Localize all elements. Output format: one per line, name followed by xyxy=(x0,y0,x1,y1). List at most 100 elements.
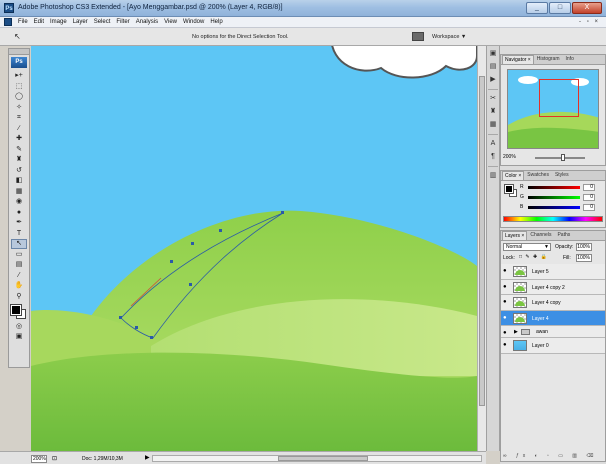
workspace-icon[interactable] xyxy=(412,32,424,41)
tab-info[interactable]: Info xyxy=(563,54,577,64)
workspace-menu[interactable]: Workspace ▼ xyxy=(432,34,466,40)
minimize-button[interactable]: _ xyxy=(526,2,548,14)
hand-tool-icon[interactable]: ✋ xyxy=(11,281,27,291)
color-swatches[interactable] xyxy=(10,303,28,320)
status-menu-arrow-icon[interactable]: ▶ xyxy=(145,454,150,461)
fill-field[interactable]: 100% xyxy=(576,254,592,262)
tab-navigator[interactable]: Navigator × xyxy=(502,55,534,64)
magic-wand-tool-icon[interactable]: ✧ xyxy=(11,103,27,113)
info-dock-icon[interactable]: ▶ xyxy=(488,75,498,85)
canvas-horizontal-scrollbar[interactable] xyxy=(152,455,482,462)
direct-selection-arrow-icon[interactable]: ↖ xyxy=(14,32,21,41)
layer-row[interactable]: ● Layer 0 xyxy=(501,338,605,354)
document-canvas[interactable] xyxy=(31,46,477,451)
layer-row[interactable]: ● Layer 5 xyxy=(501,264,605,280)
menu-help[interactable]: Help xyxy=(207,19,225,25)
status-info-icon[interactable]: ⊡ xyxy=(52,455,57,462)
navigator-preview[interactable] xyxy=(507,69,599,149)
green-channel-slider[interactable] xyxy=(528,196,580,199)
vertical-scroll-thumb[interactable] xyxy=(479,76,485,406)
lock-options-icon[interactable]: □ ✎ ✚ 🔒 xyxy=(519,254,548,260)
green-channel-value[interactable]: 0 xyxy=(583,194,595,201)
document-icon[interactable] xyxy=(4,18,12,26)
histogram-dock-icon[interactable]: ▤ xyxy=(488,62,498,72)
menu-select[interactable]: Select xyxy=(91,19,114,25)
menu-file[interactable]: File xyxy=(15,19,31,25)
notes-tool-icon[interactable]: ▤ xyxy=(11,260,27,270)
layer-row[interactable]: ● Layer 4 copy xyxy=(501,295,605,311)
tab-color[interactable]: Color × xyxy=(502,171,525,180)
color-panel-foreground-swatch[interactable] xyxy=(504,184,514,194)
blend-mode-select[interactable]: Normal ▼ xyxy=(503,243,551,251)
navigator-zoom-knob[interactable] xyxy=(560,154,565,161)
layers-footer-icons[interactable]: ∞ ƒx ◐ ▫ ▭ ▥ ⌫ xyxy=(503,453,598,459)
red-channel-slider[interactable] xyxy=(528,186,580,189)
eye-icon[interactable]: ● xyxy=(503,299,507,305)
menu-layer[interactable]: Layer xyxy=(70,19,91,25)
layer-row[interactable]: ● Layer 4 xyxy=(501,310,605,326)
menu-image[interactable]: Image xyxy=(47,19,70,25)
eye-icon[interactable]: ● xyxy=(503,330,507,336)
eye-icon[interactable]: ● xyxy=(503,315,507,321)
layer-row[interactable]: ● Layer 4 copy 2 xyxy=(501,279,605,295)
blue-channel-value[interactable]: 0 xyxy=(583,204,595,211)
eraser-tool-icon[interactable]: ◧ xyxy=(11,176,27,186)
eyedropper-tool-icon[interactable]: ⁄ xyxy=(11,271,27,281)
pen-tool-icon[interactable]: ✒ xyxy=(11,218,27,228)
blue-channel-slider[interactable] xyxy=(528,206,580,209)
navigator-zoom-value[interactable]: 200% xyxy=(503,154,516,160)
tab-swatches[interactable]: Swatches xyxy=(524,170,552,180)
crop-tool-icon[interactable]: ⌗ xyxy=(11,113,27,123)
photoshop-logo[interactable]: Ps xyxy=(11,57,27,68)
document-window-controls[interactable]: - ▫ × xyxy=(579,19,600,25)
dodge-tool-icon[interactable]: ● xyxy=(11,208,27,218)
menu-window[interactable]: Window xyxy=(180,19,207,25)
menu-analysis[interactable]: Analysis xyxy=(133,19,161,25)
healing-brush-tool-icon[interactable]: ✚ xyxy=(11,134,27,144)
eye-icon[interactable]: ● xyxy=(503,342,507,348)
slice-tool-icon[interactable]: ∕ xyxy=(11,124,27,134)
opacity-field[interactable]: 100% xyxy=(576,243,592,251)
blur-tool-icon[interactable]: ◉ xyxy=(11,197,27,207)
direct-selection-tool-icon[interactable]: ↖ xyxy=(11,239,27,249)
marquee-tool-icon[interactable]: ⬚ xyxy=(11,82,27,92)
shape-tool-icon[interactable]: ▭ xyxy=(11,250,27,260)
layer-group-row[interactable]: ● ▶ awan xyxy=(501,326,605,338)
brush-tool-icon[interactable]: ✎ xyxy=(11,145,27,155)
eye-icon[interactable]: ● xyxy=(503,268,507,274)
tab-paths[interactable]: Paths xyxy=(554,230,573,240)
red-channel-value[interactable]: 0 xyxy=(583,184,595,191)
tools-panel-grip[interactable] xyxy=(9,49,29,55)
navigator-dock-icon[interactable]: ▣ xyxy=(488,49,498,59)
lasso-tool-icon[interactable]: ◯ xyxy=(11,92,27,102)
screen-mode-icon[interactable]: ▣ xyxy=(11,332,27,342)
menu-view[interactable]: View xyxy=(161,19,180,25)
color-spectrum-ramp[interactable] xyxy=(503,216,603,222)
menu-filter[interactable]: Filter xyxy=(113,19,132,25)
tab-layers[interactable]: Layers × xyxy=(502,231,528,240)
close-button[interactable]: X xyxy=(572,2,602,14)
zoom-tool-icon[interactable]: ⚲ xyxy=(11,292,27,302)
tab-channels[interactable]: Channels xyxy=(527,230,554,240)
tab-histogram[interactable]: Histogram xyxy=(534,54,563,64)
clone-source-dock-icon[interactable]: ♜ xyxy=(488,107,498,117)
tab-styles[interactable]: Styles xyxy=(552,170,572,180)
foreground-color-swatch[interactable] xyxy=(10,303,22,316)
history-brush-tool-icon[interactable]: ↺ xyxy=(11,166,27,176)
gradient-tool-icon[interactable]: ▦ xyxy=(11,187,27,197)
tools-dock-icon[interactable]: ✂ xyxy=(488,94,498,104)
expand-arrow-icon[interactable]: ▶ xyxy=(514,329,518,335)
eye-icon[interactable]: ● xyxy=(503,284,507,290)
type-tool-icon[interactable]: T xyxy=(11,229,27,239)
paragraph-dock-icon[interactable]: ¶ xyxy=(488,152,498,162)
move-tool-icon[interactable]: ▸+ xyxy=(11,71,27,81)
actions-dock-icon[interactable]: ▦ xyxy=(488,120,498,130)
menu-edit[interactable]: Edit xyxy=(31,19,47,25)
canvas-vertical-scrollbar[interactable] xyxy=(477,46,486,451)
quick-mask-icon[interactable]: ◎ xyxy=(11,322,27,332)
clone-stamp-tool-icon[interactable]: ♜ xyxy=(11,155,27,165)
character-dock-icon[interactable]: A xyxy=(488,139,498,149)
layer-comps-dock-icon[interactable]: ▥ xyxy=(488,171,498,181)
maximize-button[interactable]: □ xyxy=(549,2,571,14)
zoom-level-field[interactable]: 200% xyxy=(31,455,47,463)
